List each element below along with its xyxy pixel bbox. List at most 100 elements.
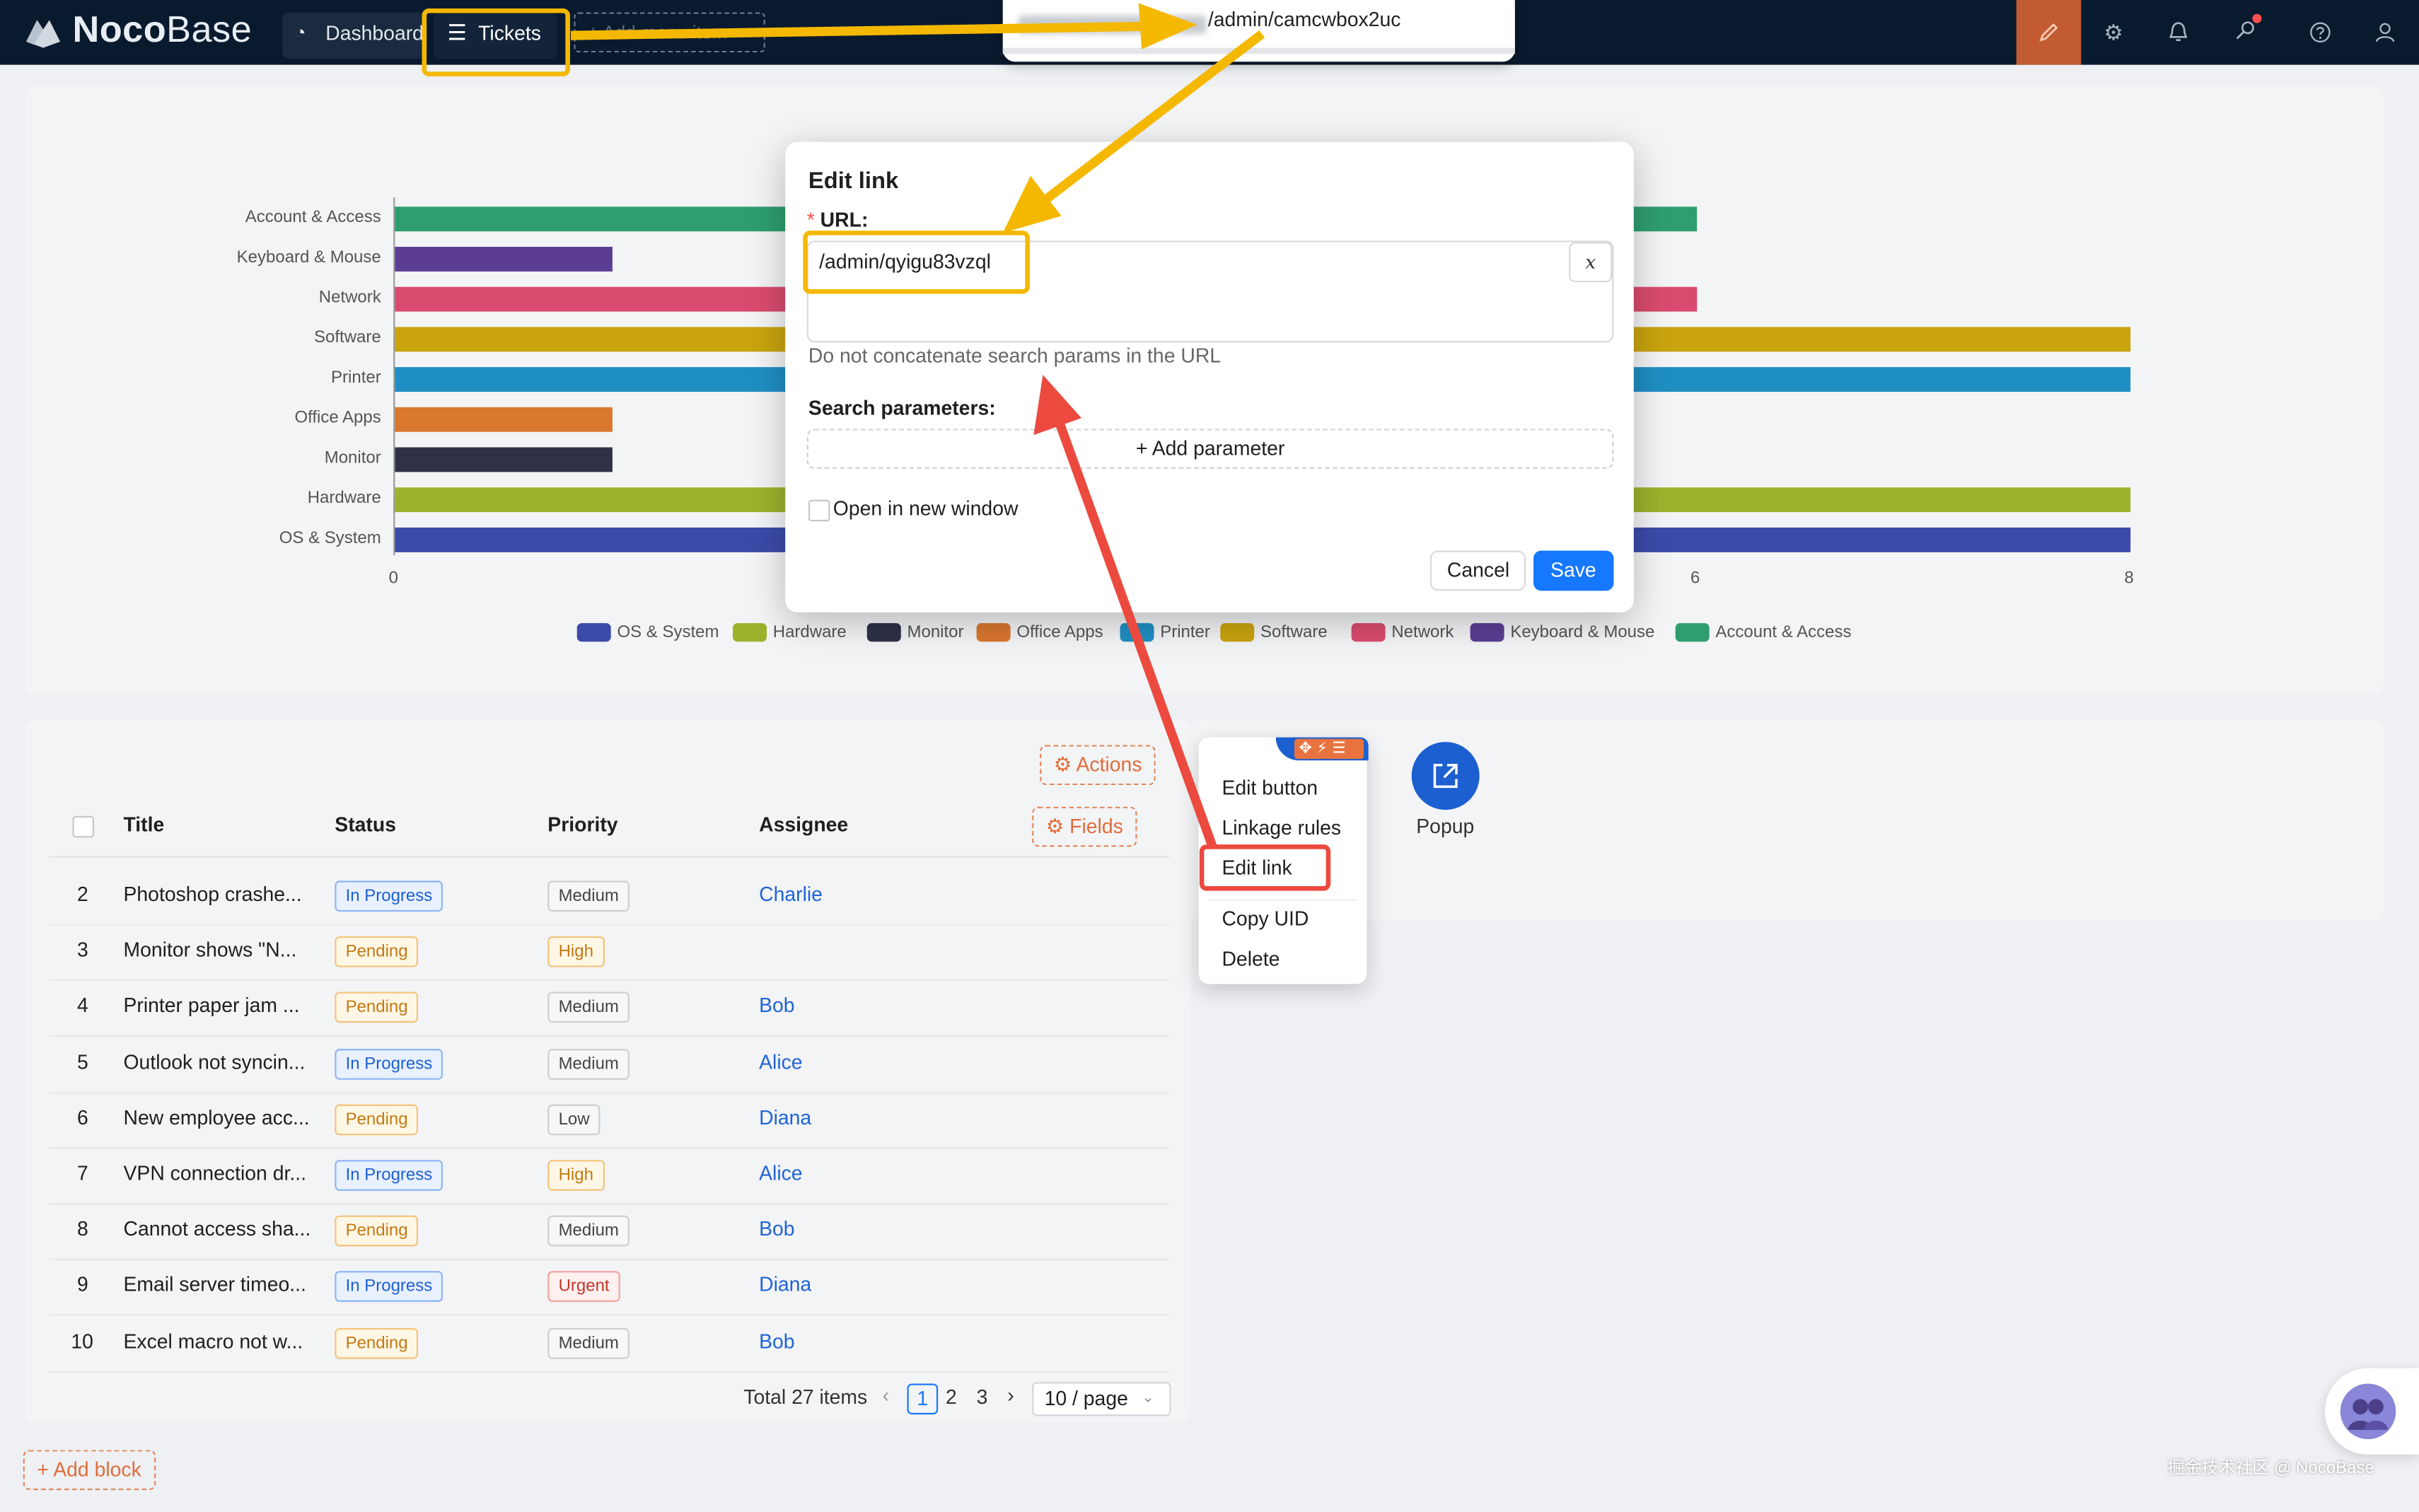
actions-design-button[interactable]: ⚙ Actions xyxy=(1040,745,1156,786)
menu-item-delete[interactable]: Delete xyxy=(1222,947,1280,970)
cell-assignee-link[interactable]: Alice xyxy=(759,1161,802,1185)
add-block-label: Add block xyxy=(53,1458,141,1481)
table-row[interactable]: 3 Monitor shows "N... Pending High xyxy=(49,924,1170,982)
support-chat-button[interactable] xyxy=(2324,1368,2419,1455)
open-new-window-checkbox[interactable] xyxy=(808,499,830,522)
row-index: 9 xyxy=(77,1273,88,1296)
table-row[interactable]: 8 Cannot access sha... Pending Medium Bob xyxy=(49,1204,1170,1261)
page-size-select[interactable]: 10 / page ⌄ xyxy=(1032,1382,1171,1417)
row-index: 7 xyxy=(77,1161,88,1185)
cell-assignee-link[interactable]: Bob xyxy=(759,994,794,1017)
legend-item-software[interactable]: Software xyxy=(1220,622,1328,644)
legend-item-monitor[interactable]: Monitor xyxy=(866,622,964,644)
cell-title[interactable]: Printer paper jam ... xyxy=(123,994,299,1017)
bar-office-apps[interactable] xyxy=(395,407,613,432)
row-index: 4 xyxy=(77,994,88,1018)
menu-item-linkage-rules[interactable]: Linkage rules xyxy=(1222,816,1341,839)
cell-assignee-link[interactable]: Bob xyxy=(759,1329,794,1352)
design-toolbar-icons[interactable]: ✥⚡☰ xyxy=(1294,738,1364,760)
cell-assignee-link[interactable]: Bob xyxy=(759,1217,794,1240)
menu-divider xyxy=(1207,899,1358,901)
url-input[interactable]: /admin/qyigu83vzql x xyxy=(806,240,1614,343)
select-all-checkbox[interactable] xyxy=(72,815,95,838)
legend-item-printer[interactable]: Printer xyxy=(1120,622,1210,644)
bar-keyboard-and-mouse[interactable] xyxy=(395,246,613,272)
menu-item-edit-button[interactable]: Edit button xyxy=(1222,776,1318,799)
legend-swatch xyxy=(576,623,611,642)
legend-swatch xyxy=(866,623,901,642)
table-row[interactable]: 5 Outlook not syncin... In Progress Medium A… xyxy=(49,1036,1170,1093)
cell-assignee-link[interactable]: Alice xyxy=(759,1049,802,1073)
legend-item-hardware[interactable]: Hardware xyxy=(733,622,847,644)
next-page-icon[interactable]: › xyxy=(1007,1383,1014,1407)
table-row[interactable]: 7 VPN connection dr... In Progress High Alic… xyxy=(49,1148,1170,1205)
column-header-status[interactable]: Status xyxy=(335,813,396,836)
cancel-button[interactable]: Cancel xyxy=(1429,550,1527,591)
cell-title[interactable]: Cannot access sha... xyxy=(123,1217,311,1240)
add-parameter-button[interactable]: + Add parameter xyxy=(806,429,1614,470)
priority-badge: Urgent xyxy=(547,1272,620,1303)
row-index: 2 xyxy=(77,882,88,906)
cell-assignee-link[interactable]: Diana xyxy=(759,1105,811,1129)
table-row[interactable]: 10 Excel macro not w... Pending Medium Bob xyxy=(49,1315,1170,1373)
menu-item-copy-uid[interactable]: Copy UID xyxy=(1222,907,1309,930)
y-tick-label-hardware: Hardware xyxy=(307,489,381,508)
table-row[interactable]: 4 Printer paper jam ... Pending Medium Bob xyxy=(49,980,1170,1037)
status-badge: In Progress xyxy=(335,1048,443,1079)
people-icon xyxy=(2348,1399,2389,1430)
variable-picker-button[interactable]: x xyxy=(1569,242,1613,283)
bar-monitor[interactable] xyxy=(395,447,613,472)
cell-title[interactable]: Outlook not syncin... xyxy=(123,1049,305,1073)
cell-title[interactable]: VPN connection dr... xyxy=(123,1161,306,1185)
cell-title[interactable]: Photoshop crashe... xyxy=(123,883,301,906)
status-badge: Pending xyxy=(335,1327,419,1359)
cell-assignee-link[interactable]: Charlie xyxy=(759,883,823,906)
legend-swatch xyxy=(1220,623,1255,642)
open-new-window-label[interactable]: Open in new window xyxy=(833,496,1019,520)
legend-swatch xyxy=(1351,623,1386,642)
legend-swatch xyxy=(976,623,1011,642)
legend-label: Account & Access xyxy=(1715,623,1852,642)
prev-page-icon[interactable]: ‹ xyxy=(883,1383,889,1407)
column-header-title[interactable]: Title xyxy=(123,813,164,836)
add-block-button[interactable]: + Add block xyxy=(23,1450,156,1490)
table-row[interactable]: 6 New employee acc... Pending Low Diana xyxy=(49,1092,1170,1149)
cell-title[interactable]: New employee acc... xyxy=(123,1105,309,1129)
fields-design-button[interactable]: ⚙ Fields xyxy=(1032,806,1137,847)
page-1-button[interactable]: 1 xyxy=(907,1383,939,1415)
popup-action-button[interactable] xyxy=(1411,742,1480,810)
cell-title[interactable]: Excel macro not w... xyxy=(123,1329,303,1352)
chart-legend xyxy=(0,0,2419,1)
cell-title[interactable]: Email server timeo... xyxy=(123,1273,306,1296)
legend-label: Monitor xyxy=(907,623,964,642)
column-header-priority[interactable]: Priority xyxy=(547,813,617,836)
menu-item-edit-link[interactable]: Edit link xyxy=(1222,856,1292,880)
url-label-text: URL xyxy=(820,208,862,232)
priority-badge: Medium xyxy=(547,1216,630,1247)
priority-badge: High xyxy=(547,936,605,967)
legend-item-keyboard-and-mouse[interactable]: Keyboard & Mouse xyxy=(1470,622,1655,644)
legend-item-network[interactable]: Network xyxy=(1351,622,1454,644)
support-avatar xyxy=(2340,1383,2396,1439)
legend-label: Software xyxy=(1260,623,1328,642)
table-row[interactable]: 2 Photoshop crashe... In Progress Medium Cha… xyxy=(49,868,1170,926)
legend-item-account-and-access[interactable]: Account & Access xyxy=(1675,622,1852,644)
cell-assignee-link[interactable]: Diana xyxy=(759,1273,811,1296)
status-badge: Pending xyxy=(335,992,419,1023)
legend-item-os-and-system[interactable]: OS & System xyxy=(576,622,719,644)
column-header-assignee[interactable]: Assignee xyxy=(759,813,848,836)
y-tick-label-network: Network xyxy=(318,288,381,308)
legend-label: Keyboard & Mouse xyxy=(1510,623,1655,642)
table-row[interactable]: 9 Email server timeo... In Progress Urgent D… xyxy=(49,1260,1170,1317)
priority-badge: Medium xyxy=(547,992,630,1023)
legend-label: Hardware xyxy=(772,623,847,642)
legend-swatch xyxy=(1120,623,1154,642)
fields-label: Fields xyxy=(1069,814,1123,838)
page-2-button[interactable]: 2 xyxy=(946,1385,957,1409)
legend-item-office-apps[interactable]: Office Apps xyxy=(976,622,1103,644)
save-button[interactable]: Save xyxy=(1533,550,1613,591)
legend-label: Network xyxy=(1391,623,1454,642)
cell-title[interactable]: Monitor shows "N... xyxy=(123,938,296,962)
row-index: 10 xyxy=(71,1329,93,1352)
page-3-button[interactable]: 3 xyxy=(977,1385,988,1409)
